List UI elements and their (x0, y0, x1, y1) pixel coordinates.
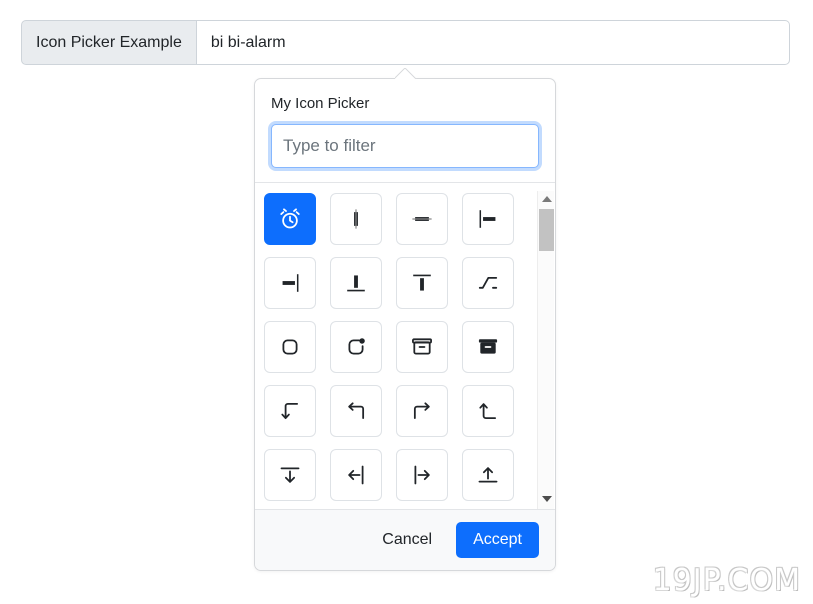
icon-option-archive-fill[interactable] (462, 321, 514, 373)
accept-button[interactable]: Accept (456, 522, 539, 558)
icon-grid (255, 191, 536, 501)
align-top-icon (413, 274, 431, 291)
scroll-up-arrow-icon[interactable] (538, 191, 555, 207)
cancel-button[interactable]: Cancel (372, 524, 442, 556)
icon-class-input[interactable]: bi bi-alarm (196, 20, 790, 65)
input-group-label: Icon Picker Example (21, 20, 197, 65)
icon-grid-area (255, 183, 555, 509)
align-bottom-icon (347, 275, 365, 292)
alt-icon (478, 277, 498, 289)
alarm-icon (280, 208, 300, 229)
arrow-90deg-up-icon (479, 403, 497, 420)
arrow-90deg-left-icon (348, 402, 365, 420)
icon-picker-input-group: Icon Picker Example bi bi-alarm (21, 20, 790, 65)
watermark: 19JP.COM (652, 563, 801, 598)
popover-title: My Icon Picker (271, 95, 370, 112)
scroll-down-arrow-icon[interactable] (538, 491, 555, 507)
icon-option-archive[interactable] (396, 321, 448, 373)
icon-option-app-indicator[interactable] (330, 321, 382, 373)
popover-footer: Cancel Accept (255, 509, 555, 570)
arrow-90deg-down-icon (281, 402, 299, 420)
icon-grid-scrollbar[interactable] (537, 191, 554, 509)
scrollbar-thumb[interactable] (539, 209, 554, 251)
icon-option-align-top[interactable] (396, 257, 448, 309)
icon-option-align-bottom[interactable] (330, 257, 382, 309)
arrow-90deg-right-icon (413, 402, 430, 420)
icon-option-app[interactable] (264, 321, 316, 373)
icon-option-arrow-bar-up[interactable] (462, 449, 514, 501)
popover-arrow-icon (395, 68, 417, 79)
arrow-bar-left-icon (348, 465, 364, 485)
icon-option-arrow-90deg-up[interactable] (462, 385, 514, 437)
icon-option-arrow-90deg-down[interactable] (264, 385, 316, 437)
icon-grid-scroll-viewport (255, 191, 536, 509)
align-middle-icon (412, 217, 432, 221)
icon-option-align-middle[interactable] (396, 193, 448, 245)
align-center-icon (354, 209, 358, 229)
triangle-up-icon (541, 196, 552, 202)
app-indicator-icon (348, 338, 365, 355)
icon-option-arrow-bar-left[interactable] (330, 449, 382, 501)
arrow-bar-right-icon (414, 465, 430, 485)
icon-option-arrow-bar-right[interactable] (396, 449, 448, 501)
icon-filter-input[interactable] (271, 124, 539, 168)
icon-option-arrow-90deg-left[interactable] (330, 385, 382, 437)
icon-option-alarm[interactable] (264, 193, 316, 245)
icon-option-align-end[interactable] (264, 257, 316, 309)
icon-option-align-center[interactable] (330, 193, 382, 245)
icon-option-align-start[interactable] (462, 193, 514, 245)
icon-option-arrow-bar-down[interactable] (264, 449, 316, 501)
icon-option-arrow-90deg-right[interactable] (396, 385, 448, 437)
filter-row (255, 124, 555, 182)
align-end-icon (282, 274, 299, 292)
archive-fill-icon (478, 339, 498, 354)
popover-header: My Icon Picker (255, 79, 555, 112)
icon-picker-popover: My Icon Picker Cancel Accept (254, 78, 556, 571)
arrow-bar-down-icon (280, 467, 300, 483)
archive-icon (412, 338, 432, 355)
arrow-bar-up-icon (478, 467, 498, 483)
app-icon (282, 339, 298, 355)
triangle-down-icon (541, 496, 552, 502)
align-start-icon (479, 210, 496, 228)
icon-option-alt[interactable] (462, 257, 514, 309)
